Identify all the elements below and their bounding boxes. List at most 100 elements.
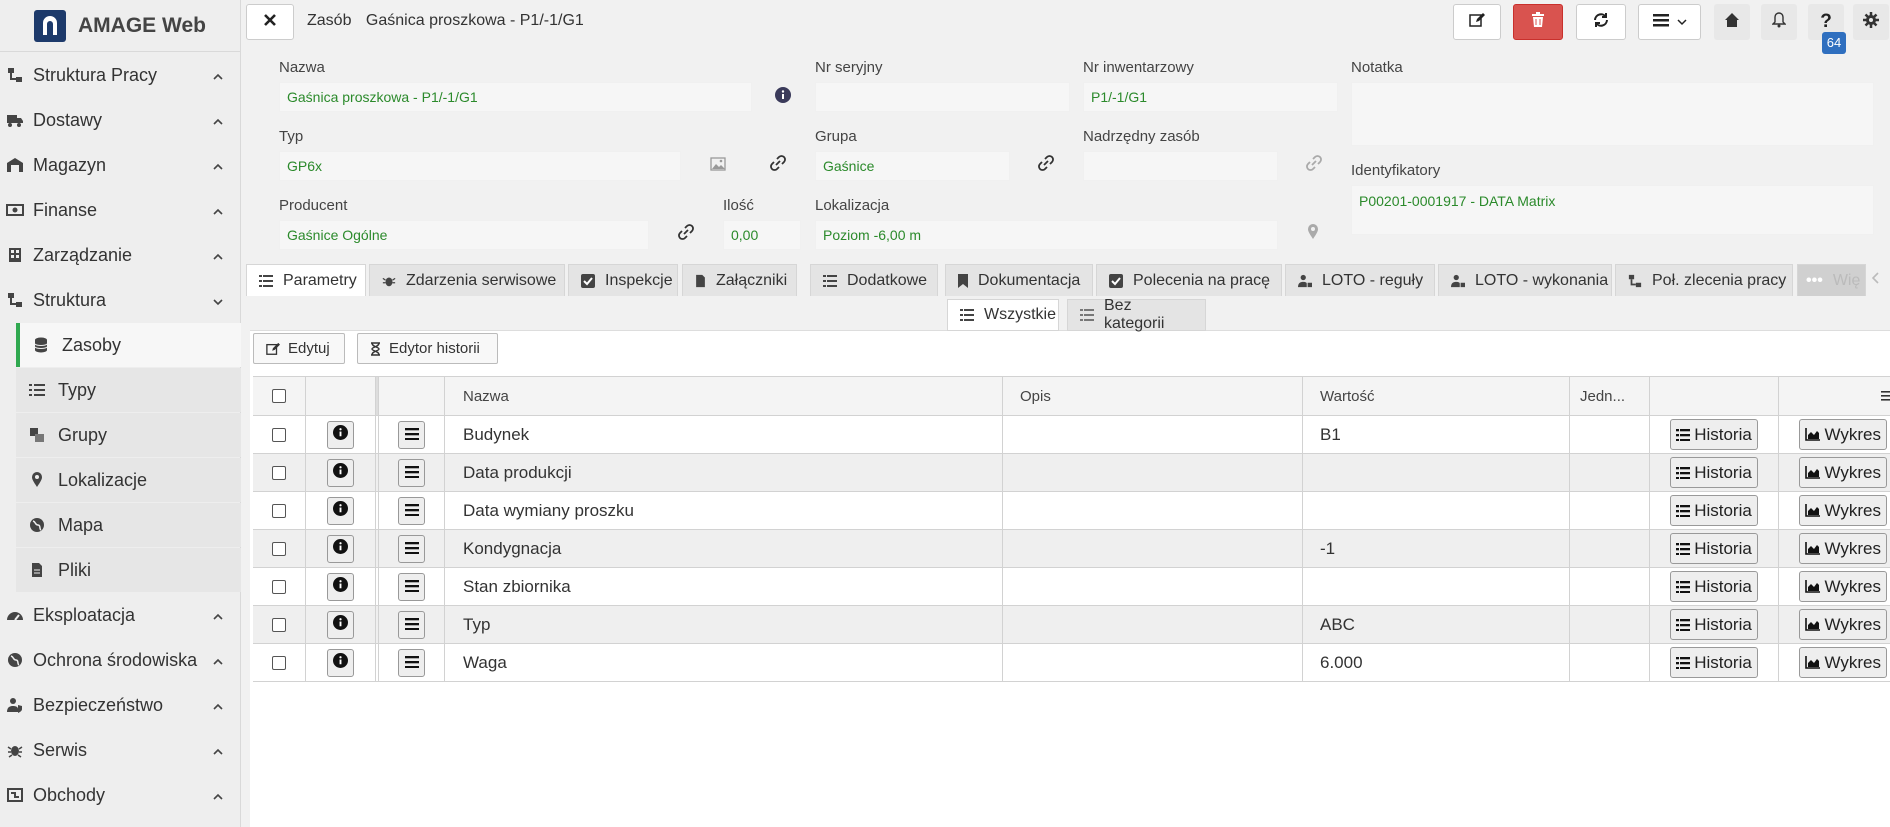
edit-params-button[interactable]: Edytuj (253, 333, 345, 364)
refresh-button[interactable] (1576, 4, 1626, 40)
sidebar-item-bezpieczenstwo[interactable]: Bezpieczeństwo (0, 683, 240, 727)
info-icon[interactable] (774, 86, 792, 104)
settings-button[interactable] (1853, 4, 1889, 40)
serial-number-field[interactable] (815, 82, 1070, 112)
sidebar-item-obchody[interactable]: Obchody (0, 773, 240, 817)
chart-button[interactable]: Wykres (1799, 457, 1887, 488)
column-header-jedn[interactable]: Jedn... (1570, 377, 1650, 415)
chart-button[interactable]: Wykres (1799, 533, 1887, 564)
tab-zalaczniki[interactable]: Załączniki (682, 264, 797, 296)
row-info-button[interactable] (327, 534, 354, 563)
sidebar-subitem-zasoby[interactable]: Zasoby (16, 323, 241, 367)
pin-icon[interactable] (1305, 222, 1321, 242)
column-header-opis[interactable]: Opis (1003, 377, 1303, 415)
history-button[interactable]: Historia (1670, 495, 1758, 526)
row-checkbox[interactable] (272, 427, 286, 442)
sidebar-subitem-lokalizacje[interactable]: Lokalizacje (16, 458, 241, 502)
column-menu-icon[interactable] (1881, 389, 1890, 407)
tabs-scroll-left-button[interactable] (1868, 270, 1884, 290)
group-field[interactable]: Gaśnice (815, 151, 1010, 181)
type-field[interactable]: GP6x (279, 151, 681, 181)
row-info-button[interactable] (327, 572, 354, 601)
tab-loto-reguly[interactable]: LOTO - reguły (1285, 264, 1435, 296)
sidebar-item-ochrona-srodowiska[interactable]: Ochrona środowiska (0, 638, 240, 682)
row-menu-button[interactable] (398, 648, 425, 677)
quantity-field[interactable]: 0,00 (723, 220, 801, 250)
sidebar-subitem-mapa[interactable]: Mapa (16, 503, 241, 547)
location-field[interactable]: Poziom -6,00 m (815, 220, 1278, 250)
notifications-button[interactable] (1761, 4, 1797, 40)
image-icon[interactable] (708, 154, 728, 174)
identifiers-field[interactable]: P00201-0001917 - DATA Matrix (1351, 185, 1874, 235)
row-checkbox[interactable] (272, 617, 286, 632)
row-checkbox[interactable] (272, 503, 286, 518)
link-icon[interactable] (1303, 152, 1325, 174)
sidebar-subitem-typy[interactable]: Typy (16, 368, 241, 412)
sidebar-item-serwis[interactable]: Serwis (0, 728, 240, 772)
tab-zdarzenia-serwisowe[interactable]: Zdarzenia serwisowe (369, 264, 565, 296)
row-menu-button[interactable] (398, 496, 425, 525)
note-field[interactable] (1351, 82, 1874, 146)
column-header-wartosc[interactable]: Wartość (1303, 377, 1570, 415)
chart-button[interactable]: Wykres (1799, 495, 1887, 526)
tab-inspekcje[interactable]: Inspekcje (568, 264, 678, 296)
row-info-button[interactable] (327, 610, 354, 639)
sidebar-item-finanse[interactable]: Finanse (0, 188, 240, 232)
sidebar-item-eksploatacja[interactable]: Eksploatacja (0, 593, 240, 637)
sidebar-item-struktura[interactable]: Struktura (0, 278, 240, 322)
column-header-nazwa[interactable]: Nazwa (445, 377, 1003, 415)
tab-pol-zlecenia-pracy[interactable]: Poł. zlecenia pracy (1615, 264, 1793, 296)
home-button[interactable] (1714, 4, 1750, 40)
delete-button[interactable] (1513, 4, 1563, 40)
history-button[interactable]: Historia (1670, 571, 1758, 602)
link-icon[interactable] (1035, 152, 1057, 174)
sidebar-subitem-grupy[interactable]: Grupy (16, 413, 241, 457)
row-checkbox[interactable] (272, 579, 286, 594)
sidebar-item-magazyn[interactable]: Magazyn (0, 143, 240, 187)
sidebar-item-dostawy[interactable]: Dostawy (0, 98, 240, 142)
select-all-checkbox[interactable] (272, 389, 286, 403)
producer-field[interactable]: Gaśnice Ogólne (279, 220, 649, 250)
menu-dropdown-button[interactable] (1638, 4, 1701, 40)
link-icon[interactable] (767, 152, 789, 174)
close-button[interactable] (246, 4, 294, 40)
sidebar-item-zarzadzanie[interactable]: Zarządzanie (0, 233, 240, 277)
parent-asset-field[interactable] (1083, 151, 1278, 181)
row-menu-button[interactable] (398, 458, 425, 487)
chart-button[interactable]: Wykres (1799, 571, 1887, 602)
row-info-button[interactable] (327, 496, 354, 525)
tab-polecenia-na-prace[interactable]: Polecenia na pracę (1096, 264, 1282, 296)
row-menu-button[interactable] (398, 534, 425, 563)
tab-dodatkowe[interactable]: Dodatkowe (810, 264, 938, 296)
sidebar-item-struktura-pracy[interactable]: Struktura Pracy (0, 53, 240, 97)
edit-button[interactable] (1453, 4, 1501, 40)
row-menu-button[interactable] (398, 420, 425, 449)
history-button[interactable]: Historia (1670, 533, 1758, 564)
chart-button[interactable]: Wykres (1799, 647, 1887, 678)
row-checkbox[interactable] (272, 655, 286, 670)
sidebar-subitem-pliki[interactable]: Pliki (16, 548, 241, 592)
history-editor-button[interactable]: Edytor historii (357, 333, 498, 364)
tab-loto-wykonania[interactable]: LOTO - wykonania (1438, 264, 1612, 296)
tab-dokumentacja[interactable]: Dokumentacja (945, 264, 1093, 296)
subtab-wszystkie[interactable]: Wszystkie (947, 299, 1059, 331)
history-button[interactable]: Historia (1670, 419, 1758, 450)
row-info-button[interactable] (327, 458, 354, 487)
row-checkbox[interactable] (272, 465, 286, 480)
history-button[interactable]: Historia (1670, 609, 1758, 640)
link-icon[interactable] (675, 221, 697, 243)
name-field[interactable]: Gaśnica proszkowa - P1/-1/G1 (279, 82, 752, 112)
history-button[interactable]: Historia (1670, 457, 1758, 488)
chart-button[interactable]: Wykres (1799, 419, 1887, 450)
subtab-bez-kategorii[interactable]: Bez kategorii (1067, 297, 1206, 332)
row-checkbox[interactable] (272, 541, 286, 556)
tab-more[interactable]: ••• Wię (1797, 264, 1866, 296)
tab-parametry[interactable]: Parametry (246, 264, 366, 296)
chart-button[interactable]: Wykres (1799, 609, 1887, 640)
row-info-button[interactable] (327, 420, 354, 449)
row-menu-button[interactable] (398, 572, 425, 601)
history-button[interactable]: Historia (1670, 647, 1758, 678)
row-info-button[interactable] (327, 648, 354, 677)
inventory-number-field[interactable]: P1/-1/G1 (1083, 82, 1338, 112)
row-menu-button[interactable] (398, 610, 425, 639)
